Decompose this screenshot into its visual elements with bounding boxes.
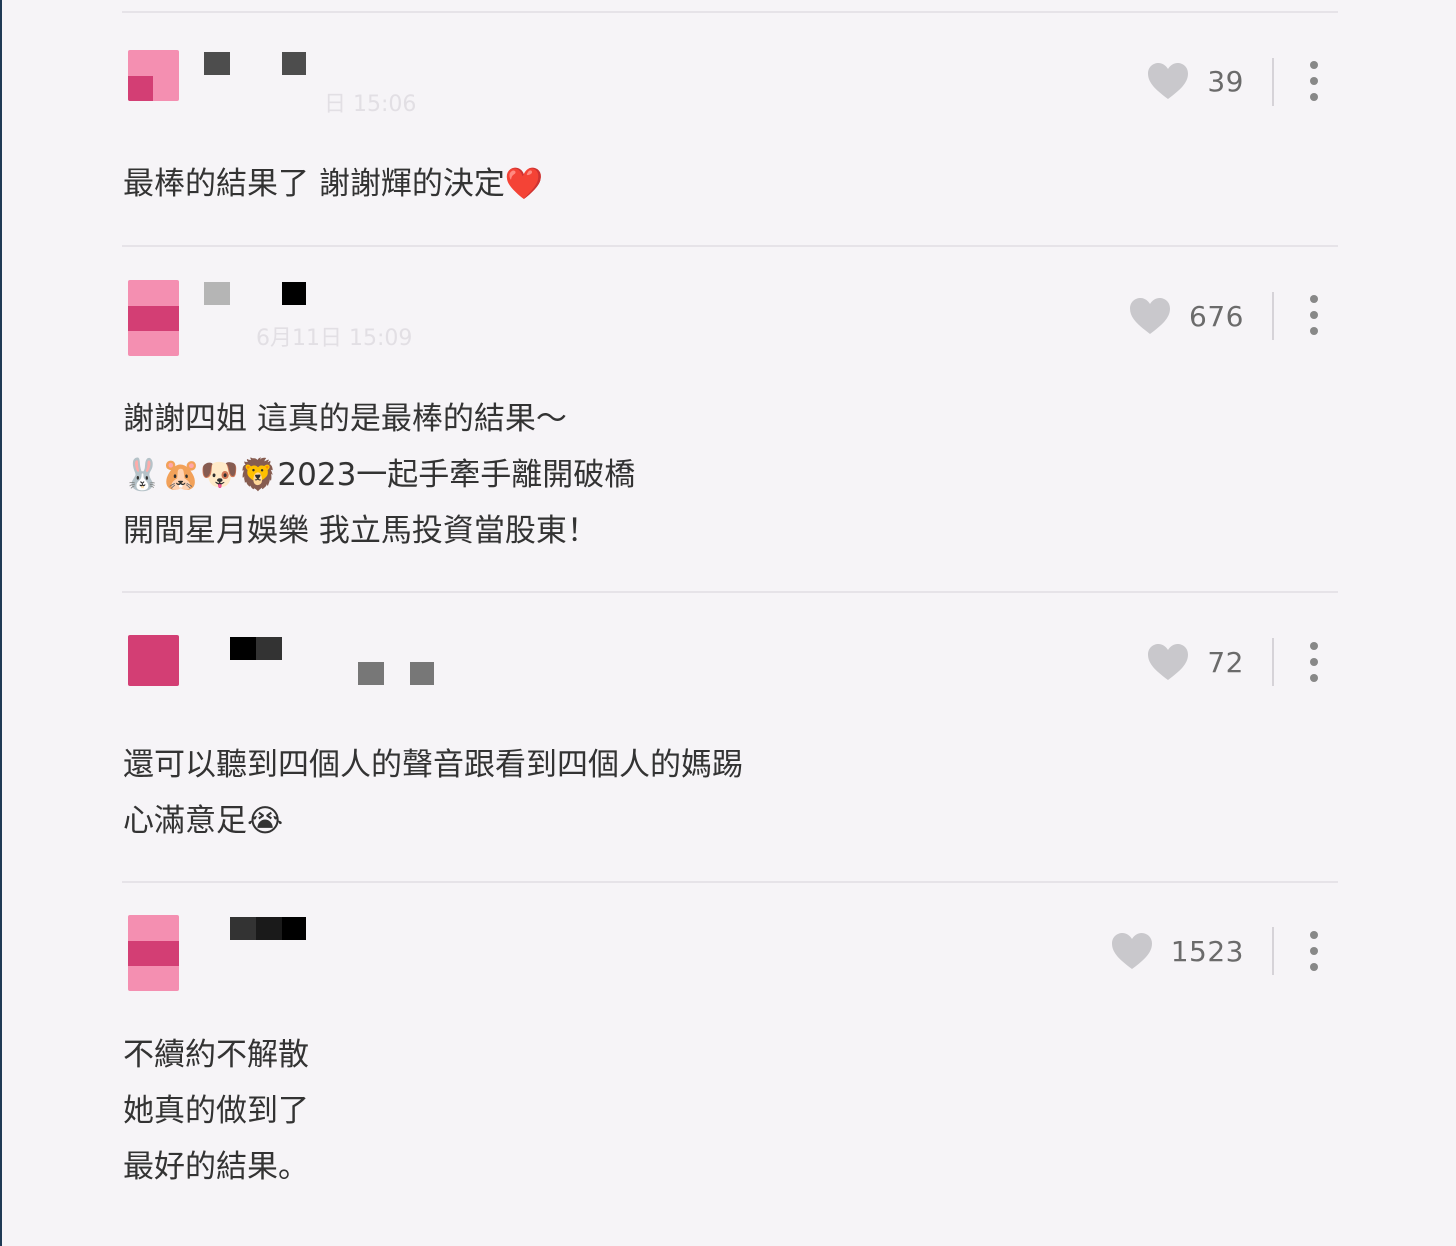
like-count: 72 — [1207, 645, 1244, 679]
comment-divider — [122, 591, 1338, 593]
comment-line: 開間星月娛樂 我立馬投資當股東！ — [123, 513, 598, 549]
heart-icon — [1111, 933, 1152, 969]
comment-line: 不續約不解散 — [123, 1037, 309, 1073]
avatar[interactable] — [128, 50, 179, 101]
more-options-button[interactable] — [1303, 295, 1325, 335]
more-vertical-icon — [1310, 642, 1318, 650]
comment-divider — [122, 245, 1338, 247]
comment-line: 謝謝四姐 這真的是最棒的結果～ — [123, 401, 567, 437]
comment-line: 最棒的結果了 謝謝輝的決定❤️ — [123, 166, 544, 202]
username-redacted[interactable] — [204, 635, 444, 699]
action-separator — [1272, 927, 1274, 975]
heart-icon — [1130, 298, 1171, 334]
like-count: 39 — [1207, 64, 1244, 98]
more-options-button[interactable] — [1303, 642, 1325, 682]
action-separator — [1272, 58, 1274, 106]
more-vertical-icon — [1310, 931, 1318, 939]
username-redacted[interactable]: 日 15:06 — [204, 50, 444, 117]
comment-divider — [122, 11, 1338, 13]
comment-timestamp: 6月11日 15:09 — [256, 326, 413, 351]
comment-line: 最好的結果。 — [123, 1149, 309, 1185]
action-separator — [1272, 638, 1274, 686]
like-button[interactable]: 72 — [1147, 638, 1244, 686]
comment-divider — [122, 881, 1338, 883]
like-count: 1523 — [1170, 934, 1244, 968]
avatar[interactable] — [128, 635, 179, 686]
window-left-edge — [0, 0, 2, 1246]
avatar[interactable] — [128, 915, 179, 991]
comment-text: 最棒的結果了 謝謝輝的決定❤️ — [123, 156, 543, 212]
avatar[interactable] — [128, 280, 179, 356]
like-button[interactable]: 39 — [1147, 57, 1244, 105]
comment-text: 謝謝四姐 這真的是最棒的結果～ 🐰🐹🐶🦁2023一起手牽手離開破橋 開間星月娛樂… — [123, 391, 635, 559]
more-vertical-icon — [1310, 61, 1318, 69]
more-options-button[interactable] — [1303, 61, 1325, 101]
heart-icon — [1148, 644, 1189, 680]
like-button[interactable]: 676 — [1129, 292, 1244, 340]
comment-line: 還可以聽到四個人的聲音跟看到四個人的媽踢 — [123, 747, 743, 783]
comment-line: 心滿意足😭 — [123, 803, 284, 839]
more-vertical-icon — [1310, 295, 1318, 303]
like-count: 676 — [1189, 299, 1244, 333]
username-redacted[interactable]: 6月11日 15:09 — [204, 280, 444, 351]
action-separator — [1272, 292, 1274, 340]
comment-line: 🐰🐹🐶🦁2023一起手牽手離開破橋 — [123, 457, 636, 493]
username-redacted[interactable] — [204, 915, 444, 979]
comment-text: 還可以聽到四個人的聲音跟看到四個人的媽踢 心滿意足😭 — [123, 737, 743, 849]
like-button[interactable]: 1523 — [1111, 927, 1244, 975]
comment-line: 她真的做到了 — [123, 1093, 309, 1129]
more-options-button[interactable] — [1303, 931, 1325, 971]
comment-text: 不續約不解散 她真的做到了 最好的結果。 — [123, 1027, 309, 1195]
heart-icon — [1148, 63, 1189, 99]
